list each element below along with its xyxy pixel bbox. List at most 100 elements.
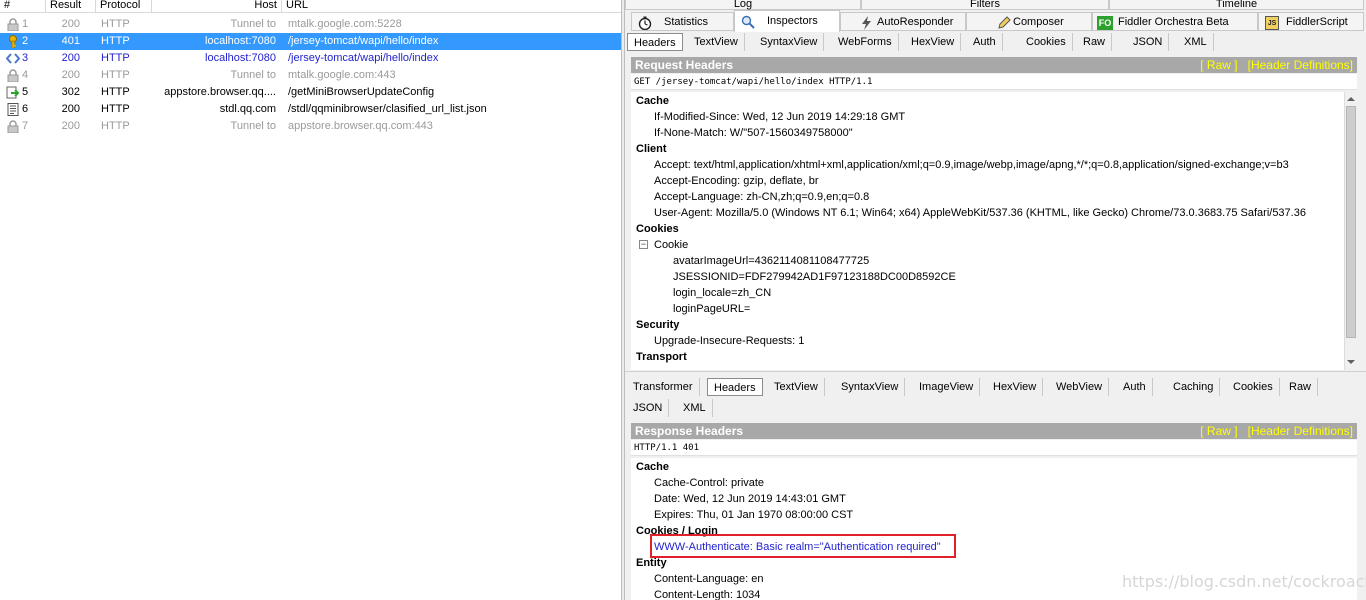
request-tab-json[interactable]: JSON: [1127, 33, 1170, 51]
cookie-avatar-image-url[interactable]: avatarImageUrl=4362114081108477725: [673, 253, 869, 269]
group-cache[interactable]: Cache: [636, 93, 669, 109]
request-tab-textview[interactable]: TextView: [688, 33, 745, 51]
header-user-agent[interactable]: User-Agent: Mozilla/5.0 (Windows NT 6.1;…: [654, 205, 1306, 221]
header-cache-control[interactable]: Cache-Control: private: [654, 475, 764, 491]
request-tab-cookies[interactable]: Cookies: [1020, 33, 1073, 51]
session-row[interactable]: 3 200 HTTP localhost:7080 /jersey-tomcat…: [0, 50, 621, 67]
response-first-line: HTTP/1.1 401: [631, 440, 1357, 456]
annotation-highlight-box: [650, 534, 956, 558]
group-transport[interactable]: Transport: [636, 349, 687, 365]
tab-composer[interactable]: Composer: [966, 12, 1092, 31]
collapse-icon[interactable]: −: [639, 240, 648, 249]
column-header-url[interactable]: URL: [282, 0, 621, 13]
tab-fiddler-orchestra[interactable]: FO Fiddler Orchestra Beta: [1092, 12, 1258, 31]
tab-log-label: Log: [733, 0, 753, 10]
header-accept-language[interactable]: Accept-Language: zh-CN,zh;q=0.9,en;q=0.8: [654, 189, 869, 205]
session-row[interactable]: 2 401 HTTP localhost:7080 /jersey-tomcat…: [0, 33, 621, 50]
header-accept[interactable]: Accept: text/html,application/xhtml+xml,…: [654, 157, 1289, 173]
request-tab-headers[interactable]: Headers: [627, 33, 683, 51]
request-tab-webforms[interactable]: WebForms: [832, 33, 899, 51]
header-accept-encoding[interactable]: Accept-Encoding: gzip, deflate, br: [654, 173, 818, 189]
header-date[interactable]: Date: Wed, 12 Jun 2019 14:43:01 GMT: [654, 491, 846, 507]
request-scrollbar[interactable]: [1344, 92, 1357, 370]
request-tab-raw[interactable]: Raw: [1077, 33, 1113, 51]
response-raw-link[interactable]: [ Raw ]: [1200, 424, 1237, 438]
tab-timeline-label: Timeline: [1215, 0, 1258, 10]
sessions-list[interactable]: # Result Protocol Host URL 1 200 HTTP Tu…: [0, 0, 621, 600]
tab-log[interactable]: Log: [625, 0, 861, 10]
response-tab-transformer[interactable]: Transformer: [627, 378, 700, 396]
session-row[interactable]: 6 200 HTTP stdl.qq.com /stdl/qqminibrows…: [0, 101, 621, 118]
response-tab-caching[interactable]: Caching: [1167, 378, 1221, 396]
tab-statistics-label: Statistics: [664, 16, 709, 28]
response-tab-hexview[interactable]: HexView: [987, 378, 1044, 396]
request-headers-tree[interactable]: Cache If-Modified-Since: Wed, 12 Jun 201…: [631, 92, 1344, 370]
response-tab-webview[interactable]: WebView: [1050, 378, 1110, 396]
session-row[interactable]: 5 302 HTTP appstore.browser.qq.... /getM…: [0, 84, 621, 101]
response-tab-raw[interactable]: Raw: [1283, 378, 1319, 396]
header-if-modified-since[interactable]: If-Modified-Since: Wed, 12 Jun 2019 14:2…: [654, 109, 905, 125]
tab-inspectors[interactable]: Inspectors: [734, 10, 840, 32]
session-url: mtalk.google.com:443: [288, 69, 396, 81]
cookie-login-locale[interactable]: login_locale=zh_CN: [673, 285, 771, 301]
response-tab-cookies[interactable]: Cookies: [1227, 378, 1280, 396]
scrollbar-thumb[interactable]: [1346, 106, 1356, 338]
header-expires[interactable]: Expires: Thu, 01 Jan 1970 08:00:00 CST: [654, 507, 853, 523]
request-tab-xml[interactable]: XML: [1178, 33, 1214, 51]
response-tab-xml[interactable]: XML: [677, 399, 713, 417]
request-headers-title: Request Headers [ Raw ] [Header Definitio…: [631, 57, 1357, 73]
session-result: 200: [61, 69, 80, 81]
column-header-number[interactable]: #: [0, 0, 46, 13]
response-tab-textview[interactable]: TextView: [768, 378, 825, 396]
header-cookie[interactable]: Cookie: [654, 237, 688, 253]
cookie-login-page-url[interactable]: loginPageURL=: [673, 301, 750, 317]
session-number: 7: [22, 120, 29, 132]
tab-autoresponder[interactable]: AutoResponder: [840, 12, 966, 31]
group-cache[interactable]: Cache: [636, 459, 669, 475]
request-tab-syntaxview[interactable]: SyntaxView: [754, 33, 825, 51]
group-security[interactable]: Security: [636, 317, 679, 333]
request-header-definitions-link[interactable]: [Header Definitions]: [1248, 58, 1353, 72]
session-host: localhost:7080: [205, 35, 276, 47]
session-number: 2: [22, 35, 29, 47]
lock-icon: [7, 18, 19, 31]
session-result: 200: [61, 120, 80, 132]
magnifier-icon: [741, 15, 755, 29]
response-header-definitions-link[interactable]: [Header Definitions]: [1248, 424, 1353, 438]
request-response-splitter[interactable]: [625, 371, 1366, 376]
request-raw-link[interactable]: [ Raw ]: [1200, 58, 1237, 72]
scroll-up-icon[interactable]: [1347, 97, 1355, 101]
header-content-length[interactable]: Content-Length: 1034: [654, 587, 760, 600]
code-icon: [6, 53, 20, 64]
column-header-result[interactable]: Result: [46, 0, 96, 13]
group-client[interactable]: Client: [636, 141, 667, 157]
session-url: appstore.browser.qq.com:443: [288, 120, 433, 132]
tab-fiddlerscript[interactable]: JS FiddlerScript: [1258, 12, 1364, 31]
session-number: 3: [22, 52, 29, 64]
response-tab-imageview[interactable]: ImageView: [913, 378, 981, 396]
response-tab-json[interactable]: JSON: [627, 399, 670, 417]
cookie-jsessionid[interactable]: JSESSIONID=FDF279942AD1F97123188DC00D859…: [673, 269, 956, 285]
response-tab-auth[interactable]: Auth: [1117, 378, 1153, 396]
request-tab-auth[interactable]: Auth: [967, 33, 1003, 51]
header-content-language[interactable]: Content-Language: en: [654, 571, 763, 587]
session-row[interactable]: 4 200 HTTP Tunnel to mtalk.google.com:44…: [0, 67, 621, 84]
header-if-none-match[interactable]: If-None-Match: W/"507-1560349758000": [654, 125, 853, 141]
fo-icon: FO: [1097, 16, 1113, 30]
response-headers-title-text: Response Headers: [635, 424, 744, 438]
header-upgrade-insecure-requests[interactable]: Upgrade-Insecure-Requests: 1: [654, 333, 804, 349]
response-tab-syntaxview[interactable]: SyntaxView: [835, 378, 906, 396]
tab-timeline[interactable]: Timeline: [1109, 0, 1364, 10]
scroll-down-icon[interactable]: [1347, 360, 1355, 364]
tab-statistics[interactable]: Statistics: [631, 12, 734, 31]
lightning-icon: [862, 16, 871, 30]
column-header-protocol[interactable]: Protocol: [96, 0, 152, 13]
column-header-host[interactable]: Host: [152, 0, 282, 13]
session-url: /jersey-tomcat/wapi/hello/index: [288, 35, 439, 47]
response-tab-headers[interactable]: Headers: [707, 378, 763, 396]
request-tab-hexview[interactable]: HexView: [905, 33, 962, 51]
group-cookies[interactable]: Cookies: [636, 221, 679, 237]
session-row[interactable]: 1 200 HTTP Tunnel to mtalk.google.com:52…: [0, 16, 621, 33]
session-row[interactable]: 7 200 HTTP Tunnel to appstore.browser.qq…: [0, 118, 621, 135]
tab-filters[interactable]: Filters: [861, 0, 1109, 10]
